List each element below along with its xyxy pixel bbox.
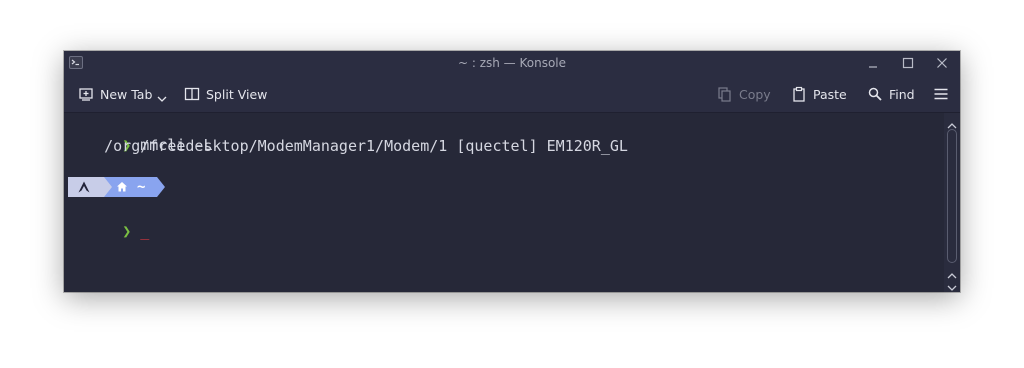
hamburger-menu-button[interactable] [933, 85, 949, 103]
split-view-button[interactable]: Split View [184, 85, 267, 103]
prompt-dir: ~ [137, 179, 146, 195]
scrollbar-track[interactable] [947, 129, 957, 263]
close-icon [937, 58, 947, 68]
hamburger-menu-icon [933, 86, 949, 102]
chevron-down-icon[interactable] [157, 91, 167, 106]
copy-button[interactable]: Copy [717, 85, 771, 103]
minimize-icon [869, 66, 877, 68]
scroll-down-button[interactable] [946, 278, 958, 291]
maximize-button[interactable] [899, 54, 917, 72]
vertical-scrollbar[interactable] [944, 113, 960, 292]
new-tab-icon [78, 86, 94, 102]
terminal-area[interactable]: ❯ mmcli -L /org/freedesktop/ModemManager… [64, 113, 944, 292]
title-bar[interactable]: ~ : zsh — Konsole [64, 51, 960, 75]
prompt-os-segment [68, 177, 104, 197]
home-icon [117, 182, 127, 192]
paste-button[interactable]: Paste [791, 85, 847, 103]
command-output: /org/freedesktop/ModemManager1/Modem/1 [… [68, 137, 628, 155]
copy-label: Copy [739, 86, 771, 102]
split-view-icon [184, 86, 200, 102]
paste-label: Paste [813, 86, 847, 102]
split-view-label: Split View [206, 86, 268, 102]
chevron-down-icon [947, 285, 957, 291]
prompt-segment-separator [104, 177, 112, 197]
search-icon [867, 86, 883, 102]
find-button[interactable]: Find [867, 85, 915, 103]
toolbar: New Tab Split View Copy Paste Find [64, 75, 960, 113]
close-button[interactable] [933, 54, 951, 72]
scroll-up-button[interactable] [946, 116, 958, 129]
konsole-window: ~ : zsh — Konsole New Tab Split View Cop… [64, 51, 960, 292]
terminal-cursor: _ [140, 222, 150, 240]
minimize-button[interactable] [864, 54, 882, 72]
window-title: ~ : zsh — Konsole [457, 56, 567, 70]
copy-icon [717, 86, 733, 102]
prompt-chevron-2: ❯ [122, 222, 132, 240]
prompt-segment-end [157, 177, 165, 197]
clipboard-icon [791, 86, 807, 102]
scroll-down-button-up-arrow[interactable] [946, 266, 958, 279]
prompt-line: ❯ _ [68, 201, 149, 240]
find-label: Find [889, 86, 915, 102]
new-tab-label: New Tab [100, 86, 153, 102]
new-tab-button[interactable]: New Tab [78, 85, 167, 103]
command-line: ❯ mmcli -L [68, 115, 212, 154]
arch-logo-icon [78, 181, 90, 193]
maximize-icon [902, 57, 914, 69]
